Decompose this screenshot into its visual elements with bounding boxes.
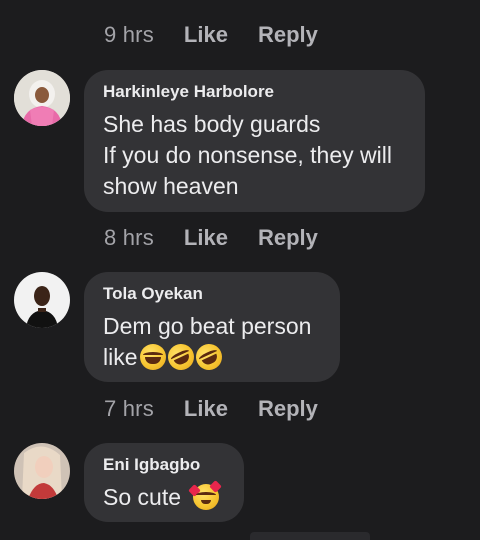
comment-timestamp: 7 hrs [104,396,154,421]
reply-button[interactable]: Reply [258,396,318,422]
comment-author[interactable]: Eni Igbagbo [103,455,224,475]
rolling-on-floor-laughing-icon [191,339,226,375]
comment-timestamp: 8 hrs [104,225,154,250]
comment-actions: 8 hrs Like Reply [104,225,318,251]
comment-line-text: So cute [103,484,181,510]
comment-actions: 7 hrs Like Reply [104,396,318,422]
comment-line: If you do nonsense, they will [103,142,392,168]
comment-actions: 9 hrs Like Reply [104,22,318,48]
like-button[interactable]: Like [184,396,228,422]
reply-button[interactable]: Reply [258,22,318,48]
next-comment-peek [250,532,370,540]
comment-bubble[interactable]: Tola Oyekan Dem go beat person like [84,272,340,382]
rolling-on-floor-laughing-icon [163,339,198,375]
comment-author[interactable]: Tola Oyekan [103,284,320,304]
comment-line: show heaven [103,173,239,199]
like-button[interactable]: Like [184,225,228,251]
comment-line: She has body guards [103,111,321,137]
avatar[interactable] [14,272,70,328]
avatar[interactable] [14,443,70,499]
comment-line-text: like [103,344,138,370]
comment-bubble[interactable]: Harkinleye Harbolore She has body guards… [84,70,425,212]
avatar[interactable] [14,70,70,126]
face-with-tears-of-joy-icon [139,344,166,370]
comment-author[interactable]: Harkinleye Harbolore [103,82,405,102]
comment-text: Dem go beat person like [103,311,320,375]
comment-line: like [103,339,320,375]
like-button[interactable]: Like [184,22,228,48]
smiling-face-with-hearts-icon [188,480,223,510]
comment-text: She has body guards If you do nonsense, … [103,109,405,202]
comment-text: So cute [103,480,224,513]
comment-line: Dem go beat person [103,313,312,339]
reply-button[interactable]: Reply [258,225,318,251]
comment-bubble[interactable]: Eni Igbagbo So cute [84,443,244,522]
comment-timestamp: 9 hrs [104,22,154,47]
